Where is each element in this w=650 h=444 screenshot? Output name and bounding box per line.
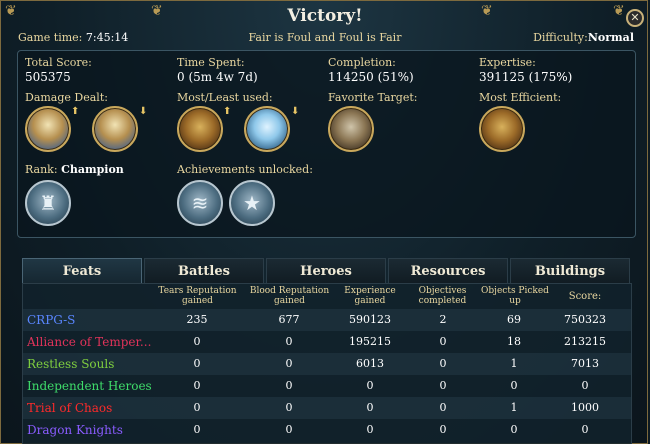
damage-dealt-most-unit-portrait[interactable]	[25, 106, 71, 152]
most-least-used-label: Most/Least used:	[177, 91, 273, 104]
stats-tabs: Feats Battles Heroes Resources Buildings	[22, 258, 632, 284]
player-name: Restless Souls	[27, 357, 115, 371]
table-cell: 0	[581, 379, 589, 392]
table-cell: 750323	[564, 313, 606, 326]
column-header: Objects Picked up	[481, 286, 549, 306]
achievements-label: Achievements unlocked:	[177, 163, 313, 176]
most-efficient-label: Most Efficient:	[479, 91, 562, 104]
table-cell: 0	[193, 379, 201, 392]
most-used-unit-portrait[interactable]	[177, 106, 223, 152]
table-cell: 0	[439, 335, 447, 348]
tab-buildings[interactable]: Buildings	[510, 258, 630, 284]
table-cell: 0	[581, 423, 589, 436]
table-cell: 1	[510, 357, 518, 370]
table-cell: 0	[193, 401, 201, 414]
most-efficient-unit-portrait[interactable]	[479, 106, 525, 152]
table-cell: 2	[439, 313, 447, 326]
time-spent: Time Spent: 0 (5m 4w 7d)	[177, 56, 258, 84]
close-button[interactable]: ✕	[626, 9, 644, 27]
table-row[interactable]: Dragon Knights 0 0 0 0 0 0	[23, 419, 631, 441]
table-cell: 195215	[349, 335, 391, 348]
favorite-target-portrait[interactable]	[328, 106, 374, 152]
rank-chess-piece-icon[interactable]: ♜	[25, 180, 71, 226]
table-cell: 0	[510, 423, 518, 436]
table-cell: 0	[366, 423, 374, 436]
damage-dealt-label: Damage Dealt:	[25, 91, 108, 104]
least-used-unit-portrait[interactable]	[244, 106, 290, 152]
achievement-badge-icon[interactable]: ≋	[177, 180, 223, 226]
column-header: Blood Reputation gained	[249, 286, 330, 306]
table-cell: 0	[366, 401, 374, 414]
table-cell: 590123	[349, 313, 391, 326]
table-cell: 0	[439, 401, 447, 414]
achievement-badge-icon[interactable]: ★	[229, 180, 275, 226]
table-cell: 213215	[564, 335, 606, 348]
table-cell: 0	[439, 423, 447, 436]
table-cell: 6013	[356, 357, 384, 370]
tab-heroes[interactable]: Heroes	[266, 258, 386, 284]
table-cell: 677	[278, 313, 300, 326]
column-header: Tears Reputation gained	[158, 286, 237, 306]
table-row[interactable]: Restless Souls 0 0 6013 0 1 7013	[23, 353, 631, 375]
window-title: Victory!	[287, 6, 363, 26]
tab-resources[interactable]: Resources	[388, 258, 508, 284]
total-score: Total Score: 505375	[25, 56, 92, 84]
table-cell: 0	[510, 379, 518, 392]
table-row[interactable]: Alliance of Temper... 0 0 195215 0 18 213215	[23, 331, 631, 353]
table-cell: 235	[186, 313, 208, 326]
table-cell: 1	[510, 401, 518, 414]
table-cell: 69	[507, 313, 521, 326]
table-cell: 0	[193, 357, 201, 370]
table-cell: 0	[193, 423, 201, 436]
tab-feats[interactable]: Feats	[22, 258, 142, 284]
table-cell: 0	[285, 401, 293, 414]
tab-battles[interactable]: Battles	[144, 258, 264, 284]
favorite-target-label: Favorite Target:	[328, 91, 418, 104]
table-cell: 7013	[571, 357, 599, 370]
table-cell: 1000	[571, 401, 599, 414]
table-row[interactable]: Independent Heroes 0 0 0 0 0 0	[23, 375, 631, 397]
table-cell: 0	[439, 379, 447, 392]
arrow-down-icon: ⬇	[291, 106, 300, 117]
arrow-down-icon: ⬇	[139, 106, 148, 117]
table-row[interactable]: CRPG-S 235 677 590123 2 69 750323	[23, 309, 631, 331]
table-cell: 0	[285, 335, 293, 348]
arrow-up-icon: ⬆	[223, 106, 232, 117]
expertise: Expertise: 391125 (175%)	[479, 56, 573, 84]
rank: Rank: Champion	[25, 163, 124, 176]
table-cell: 0	[193, 335, 201, 348]
table-cell: 0	[285, 379, 293, 392]
column-header: Objectives completed	[418, 286, 467, 306]
difficulty: Difficulty:Normal	[533, 31, 634, 44]
player-name: Alliance of Temper...	[27, 335, 152, 349]
player-name: CRPG-S	[27, 313, 76, 327]
damage-dealt-least-unit-portrait[interactable]	[92, 106, 138, 152]
table-cell: 0	[439, 357, 447, 370]
table-cell: 0	[285, 357, 293, 370]
table-cell: 0	[285, 423, 293, 436]
arrow-up-icon: ⬆	[71, 106, 80, 117]
table-cell: 0	[366, 379, 374, 392]
column-header: Experience gained	[344, 286, 396, 306]
table-row[interactable]: Trial of Chaos 0 0 0 0 1 1000	[23, 397, 631, 419]
column-header: Score:	[568, 291, 602, 302]
completion: Completion: 114250 (51%)	[328, 56, 414, 84]
table-cell: 18	[507, 335, 521, 348]
player-name: Trial of Chaos	[27, 401, 113, 415]
player-name: Independent Heroes	[27, 379, 152, 393]
player-name: Dragon Knights	[27, 423, 123, 437]
close-icon: ✕	[630, 11, 640, 24]
